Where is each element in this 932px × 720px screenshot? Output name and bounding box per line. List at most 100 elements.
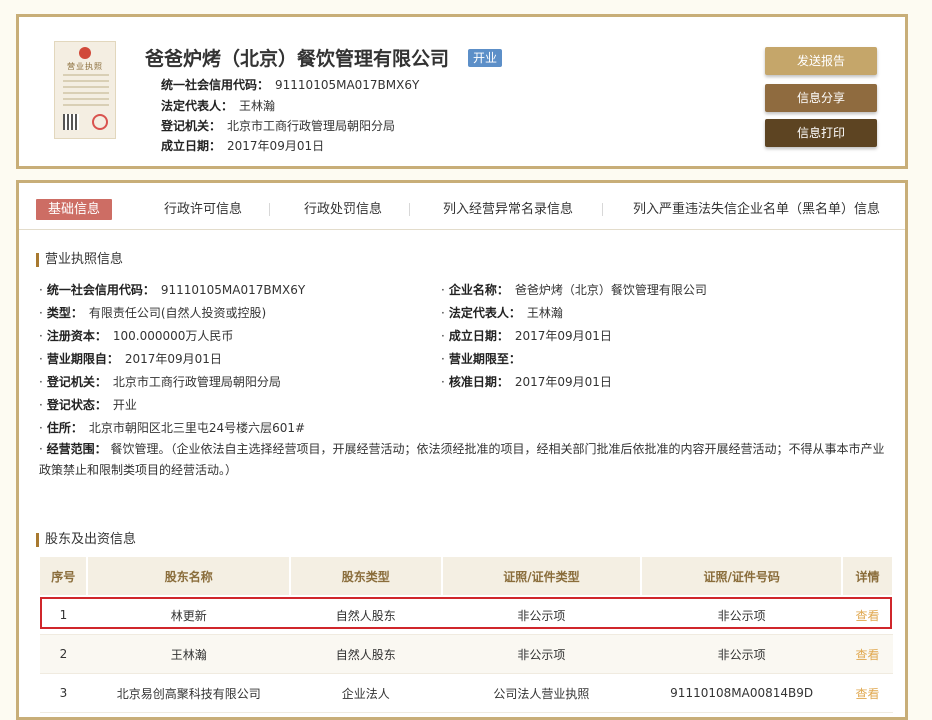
- send-report-button[interactable]: 发送报告: [765, 47, 877, 75]
- company-name: 爸爸炉烤（北京）餐饮管理有限公司: [145, 48, 450, 70]
- info-label: 企业名称：: [448, 283, 509, 297]
- tab-admin-penalty[interactable]: 行政处罚信息: [304, 199, 382, 220]
- info-address: · 住所： 北京市朝阳区北三里屯24号楼六层601#: [39, 421, 306, 435]
- shareholder-type: 自然人股东: [289, 634, 442, 674]
- shareholder-name: 王林瀚: [87, 634, 290, 674]
- info-credit-code: · 统一社会信用代码： 91110105MA017BMX6Y: [39, 283, 306, 297]
- column-header: 详情: [841, 556, 894, 596]
- shareholder-section-title: 股东及出资信息: [36, 533, 136, 547]
- scope-label: 经营范围：: [46, 442, 107, 456]
- info-value: 北京市工商行政管理局朝阳分局: [112, 375, 281, 389]
- meta-credit-code: 统一社会信用代码： 91110105MA017BMX6Y: [161, 76, 419, 93]
- column-header: 证照/证件类型: [441, 556, 643, 596]
- id-number: 91110108MA00814B9D: [641, 673, 843, 713]
- info-value: 2017年09月01日: [514, 375, 612, 389]
- tab-separator: [269, 203, 270, 216]
- meta-established-date: 成立日期： 2017年09月01日: [161, 137, 324, 154]
- id-type: 公司法人营业执照: [441, 673, 642, 713]
- info-value: 开业: [112, 398, 137, 412]
- info-value: 有限责任公司(自然人投资或控股): [88, 306, 267, 320]
- meta-label: 统一社会信用代码：: [161, 78, 270, 92]
- info-label: 统一社会信用代码：: [46, 283, 155, 297]
- info-label: 营业期限自：: [46, 352, 119, 366]
- info-label: 成立日期：: [448, 329, 509, 343]
- tab-separator: [602, 203, 603, 216]
- share-info-button[interactable]: 信息分享: [765, 84, 877, 112]
- view-detail-link[interactable]: 查看: [856, 648, 880, 662]
- info-label: 登记机关：: [46, 375, 107, 389]
- table-row: 1 林更新 自然人股东 非公示项 非公示项 查看: [39, 595, 893, 635]
- info-label: 法定代表人：: [448, 306, 521, 320]
- main-info-card: 基础信息 行政许可信息 行政处罚信息 列入经营异常名录信息 列入严重违法失信企业…: [16, 180, 908, 720]
- shareholder-type: 自然人股东: [289, 595, 442, 635]
- tab-abnormal-list[interactable]: 列入经营异常名录信息: [443, 199, 573, 220]
- license-thumb-title: 营业执照: [67, 62, 103, 71]
- info-company-name: · 企业名称： 爸爸炉烤（北京）餐饮管理有限公司: [441, 283, 707, 297]
- info-label: 类型：: [46, 306, 83, 320]
- info-registered-capital: · 注册资本： 100.000000万人民币: [39, 329, 234, 343]
- id-type: 非公示项: [441, 595, 642, 635]
- shareholder-type: 企业法人: [289, 673, 442, 713]
- license-text-lines: [63, 74, 109, 110]
- tab-blacklist[interactable]: 列入严重违法失信企业名单（黑名单）信息: [633, 199, 880, 220]
- tab-bar: 基础信息 行政许可信息 行政处罚信息 列入经营异常名录信息 列入严重违法失信企业…: [19, 183, 905, 230]
- info-label: 注册资本：: [46, 329, 107, 343]
- column-header: 股东名称: [86, 556, 291, 596]
- id-number: 非公示项: [641, 595, 843, 635]
- print-info-button[interactable]: 信息打印: [765, 119, 877, 147]
- shareholder-name: 北京易创高聚科技有限公司: [87, 673, 290, 713]
- meta-value: 91110105MA017BMX6Y: [275, 78, 420, 92]
- shareholder-table: 序号 股东名称 股东类型 证照/证件类型 证照/证件号码 详情 1 林更新 自然…: [39, 556, 894, 713]
- info-label: 营业期限至：: [448, 352, 521, 366]
- meta-value: 北京市工商行政管理局朝阳分局: [227, 119, 396, 133]
- column-header: 股东类型: [289, 556, 443, 596]
- company-header-card: 营业执照 爸爸炉烤（北京）餐饮管理有限公司 开业 统一社会信用代码： 911101…: [16, 14, 908, 169]
- info-label: 登记状态：: [46, 398, 107, 412]
- info-value: 2017年09月01日: [124, 352, 222, 366]
- tab-separator: [409, 203, 410, 216]
- tab-basic-info[interactable]: 基础信息: [36, 199, 113, 220]
- id-type: 非公示项: [441, 634, 642, 674]
- detail-cell: 查看: [842, 595, 893, 635]
- meta-value: 2017年09月01日: [227, 139, 325, 153]
- meta-label: 成立日期：: [161, 139, 222, 153]
- meta-label: 登记机关：: [161, 119, 222, 133]
- license-section-title: 营业执照信息: [36, 253, 123, 267]
- info-label: 核准日期：: [448, 375, 509, 389]
- view-detail-link[interactable]: 查看: [856, 609, 880, 623]
- column-header: 证照/证件号码: [640, 556, 844, 596]
- meta-value: 王林瀚: [239, 99, 276, 113]
- info-approval-date: · 核准日期： 2017年09月01日: [441, 375, 612, 389]
- meta-registration-authority: 登记机关： 北京市工商行政管理局朝阳分局: [161, 117, 395, 134]
- info-label: 住所：: [46, 421, 83, 435]
- row-number: 3: [39, 673, 88, 713]
- shareholder-name: 林更新: [87, 595, 290, 635]
- qr-code-icon: [63, 114, 79, 130]
- official-seal-icon: [92, 114, 108, 130]
- detail-cell: 查看: [842, 673, 893, 713]
- info-established-date: · 成立日期： 2017年09月01日: [441, 329, 612, 343]
- scope-value: 餐饮管理。（企业依法自主选择经营项目，开展经营活动；依法须经批准的项目，经相关部…: [39, 442, 885, 477]
- row-number: 1: [39, 595, 88, 635]
- info-value: 王林瀚: [526, 306, 563, 320]
- view-detail-link[interactable]: 查看: [856, 687, 880, 701]
- id-number: 非公示项: [641, 634, 843, 674]
- info-type: · 类型： 有限责任公司(自然人投资或控股): [39, 306, 267, 320]
- info-value: 100.000000万人民币: [112, 329, 234, 343]
- meta-legal-rep: 法定代表人： 王林瀚: [161, 97, 275, 114]
- meta-label: 法定代表人：: [161, 99, 234, 113]
- row-number: 2: [39, 634, 88, 674]
- info-term-to: · 营业期限至：: [441, 352, 521, 366]
- table-row: 2 王林瀚 自然人股东 非公示项 非公示项 查看: [39, 634, 893, 674]
- detail-cell: 查看: [842, 634, 893, 674]
- tab-admin-license[interactable]: 行政许可信息: [164, 199, 242, 220]
- info-value: 爸爸炉烤（北京）餐饮管理有限公司: [514, 283, 707, 297]
- info-term-from: · 营业期限自： 2017年09月01日: [39, 352, 222, 366]
- business-license-thumbnail[interactable]: 营业执照: [54, 41, 116, 139]
- info-registration-status: · 登记状态： 开业: [39, 398, 137, 412]
- info-value: 2017年09月01日: [514, 329, 612, 343]
- info-value: 91110105MA017BMX6Y: [160, 283, 306, 297]
- info-registration-authority: · 登记机关： 北京市工商行政管理局朝阳分局: [39, 375, 281, 389]
- column-header: 序号: [39, 556, 89, 596]
- info-value: 北京市朝阳区北三里屯24号楼六层601#: [88, 421, 306, 435]
